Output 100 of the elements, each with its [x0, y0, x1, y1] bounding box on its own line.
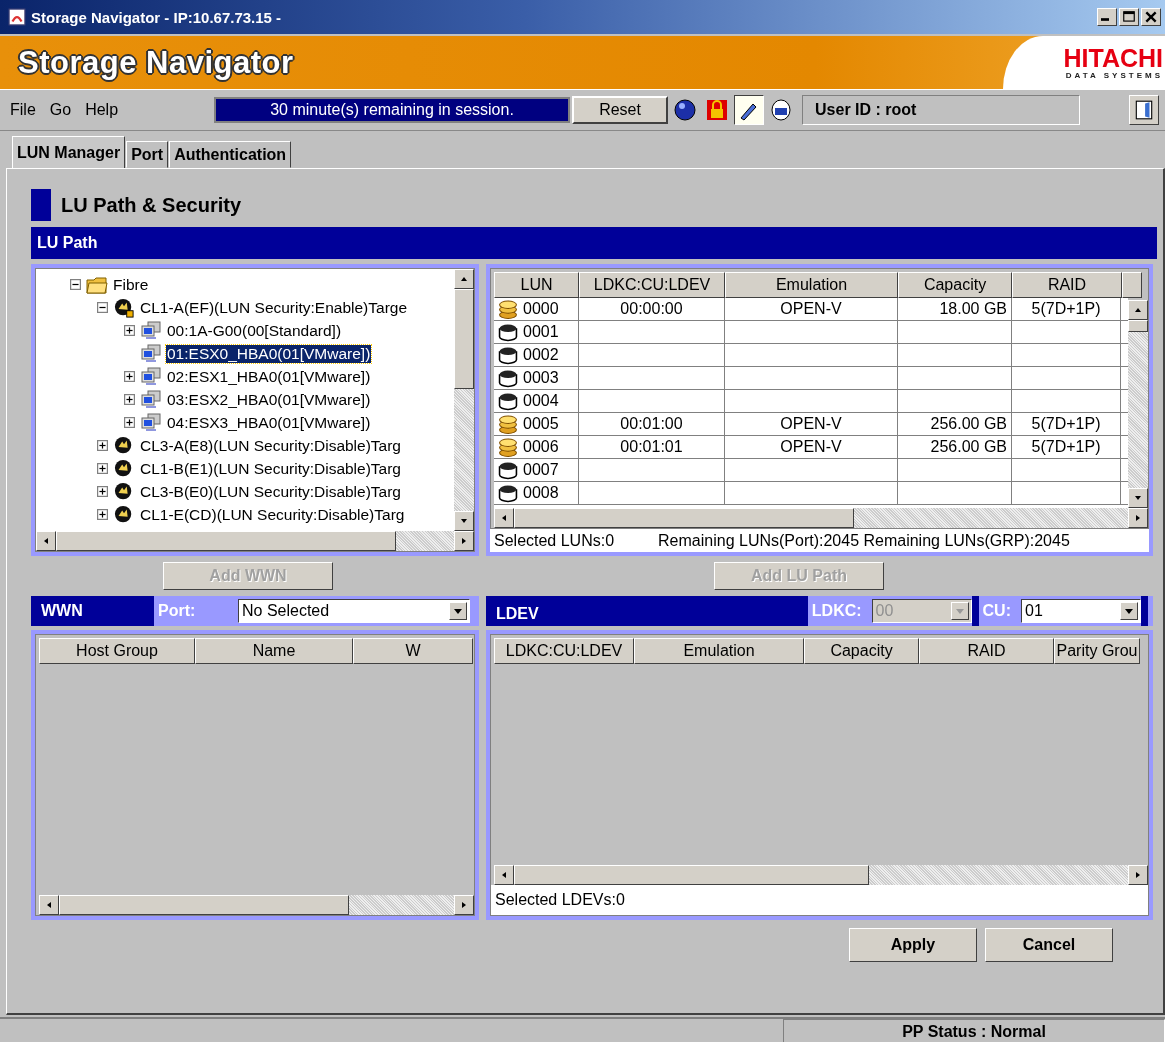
close-button[interactable] — [1141, 8, 1161, 26]
table-cell: 00:01:00 — [579, 413, 725, 435]
scroll-right-icon[interactable] — [454, 895, 474, 915]
door-icon — [1133, 99, 1155, 121]
expander-icon[interactable] — [97, 439, 109, 452]
scroll-right-icon[interactable] — [454, 531, 474, 551]
scroll-right-icon[interactable] — [1128, 508, 1148, 528]
scroll-down-icon[interactable] — [1128, 488, 1148, 508]
computers-icon — [140, 412, 162, 433]
globe-icon — [673, 98, 698, 122]
status-text: PP Status : Normal — [783, 1019, 1165, 1042]
disk-icon — [769, 98, 794, 122]
lun-cell: 0000 — [494, 298, 579, 320]
column-header[interactable]: Host Group — [39, 638, 195, 664]
column-header[interactable]: W — [353, 638, 473, 664]
computers-icon — [140, 366, 162, 387]
section-title: LU Path — [37, 234, 98, 252]
expander-icon[interactable] — [97, 508, 109, 521]
scroll-thumb[interactable] — [56, 531, 396, 551]
table-cell: OPEN-V — [725, 298, 898, 320]
dropdown-arrow-icon — [453, 607, 463, 615]
exit-button[interactable] — [1129, 95, 1159, 125]
tree-item[interactable]: CL1-A(EF)(LUN Security:Enable)Targe — [139, 298, 409, 317]
scroll-up-icon[interactable] — [1128, 300, 1148, 320]
menu-item[interactable]: File — [10, 101, 36, 119]
minimize-button[interactable] — [1097, 8, 1117, 26]
tab[interactable]: LUN Manager — [12, 136, 126, 168]
lun-cell: 0008 — [494, 482, 579, 504]
tab[interactable]: Authentication — [169, 141, 292, 168]
scroll-thumb[interactable] — [454, 289, 474, 389]
column-header[interactable]: RAID — [1012, 272, 1122, 298]
window-title: Storage Navigator - IP:10.67.73.15 - — [31, 8, 282, 26]
tree-item[interactable]: 02:ESX1_HBA0(01[VMware]) — [166, 367, 372, 386]
expander-icon[interactable] — [124, 393, 136, 406]
toolbar-pen-button[interactable] — [734, 95, 765, 125]
brand-tagline: DATA SYSTEMS — [1065, 71, 1163, 80]
expander-icon[interactable] — [97, 301, 109, 314]
tree-item[interactable]: 04:ESX3_HBA0(01[VMware]) — [166, 413, 372, 432]
computers-icon — [140, 389, 162, 410]
tree-item[interactable]: CL1-E(CD)(LUN Security:Disable)Targ — [139, 505, 406, 524]
menu-item[interactable]: Go — [49, 101, 72, 119]
scroll-right-icon[interactable] — [1128, 865, 1148, 885]
lun-cell: 0007 — [494, 459, 579, 481]
reset-button[interactable]: Reset — [572, 96, 669, 124]
expander-icon[interactable] — [124, 416, 136, 429]
scroll-left-icon[interactable] — [494, 865, 514, 885]
column-header[interactable]: LDKC:CU:LDEV — [579, 272, 725, 298]
scroll-thumb[interactable] — [1128, 320, 1148, 332]
tree-item[interactable]: Fibre — [112, 275, 150, 294]
expander-icon[interactable] — [70, 278, 82, 291]
expander-icon[interactable] — [124, 324, 136, 337]
column-header[interactable]: RAID — [919, 638, 1054, 664]
column-header[interactable]: Parity Grou — [1054, 638, 1140, 664]
column-header[interactable]: Name — [195, 638, 353, 664]
locked-port-icon — [113, 297, 135, 318]
column-header[interactable]: Capacity — [898, 272, 1012, 298]
maximize-button[interactable] — [1119, 8, 1139, 26]
table-cell: 18.00 GB — [898, 298, 1012, 320]
apply-button[interactable]: Apply — [849, 928, 977, 962]
menu-item[interactable]: Help — [85, 101, 119, 119]
user-id-label: User ID : root — [802, 95, 1081, 125]
tree-item[interactable]: CL3-B(E0)(LUN Security:Disable)Targ — [139, 482, 402, 501]
cancel-button[interactable]: Cancel — [985, 928, 1113, 962]
scroll-thumb[interactable] — [514, 508, 854, 528]
scroll-left-icon[interactable] — [39, 895, 59, 915]
tree-item[interactable]: 03:ESX2_HBA0(01[VMware]) — [166, 390, 372, 409]
table-cell: OPEN-V — [725, 436, 898, 458]
scroll-thumb[interactable] — [59, 895, 349, 915]
column-header[interactable]: LDKC:CU:LDEV — [494, 638, 634, 664]
tree-item[interactable]: CL3-A(E8)(LUN Security:Disable)Targ — [139, 436, 402, 455]
cu-dropdown[interactable]: 01 — [1021, 599, 1141, 623]
close-icon — [1143, 10, 1159, 24]
table-cell: OPEN-V — [725, 413, 898, 435]
folder-icon — [86, 274, 108, 295]
minimize-icon — [1101, 18, 1109, 21]
expander-icon[interactable] — [124, 370, 136, 383]
lun-cell: 0005 — [494, 413, 579, 435]
port-dropdown[interactable]: No Selected — [238, 599, 470, 623]
status-text: Selected LUNs:0 — [494, 531, 615, 550]
column-header[interactable]: LUN — [494, 272, 579, 298]
table-cell: 256.00 GB — [898, 436, 1012, 458]
scroll-down-icon[interactable] — [454, 511, 474, 531]
scroll-left-icon[interactable] — [36, 531, 56, 551]
expander-icon[interactable] — [97, 462, 109, 475]
column-header[interactable]: Emulation — [634, 638, 804, 664]
tree-item[interactable]: 01:ESX0_HBA0(01[VMware]) — [166, 344, 372, 363]
tree-item[interactable]: CL1-B(E1)(LUN Security:Disable)Targ — [139, 459, 402, 478]
column-header[interactable]: Emulation — [725, 272, 898, 298]
brand-name: HITACHI — [1063, 45, 1163, 71]
status-text: Remaining LUNs(Port):2045 Remaining LUNs(GRP):2045 — [658, 531, 1070, 550]
tab[interactable]: Port — [126, 141, 169, 168]
expander-icon[interactable] — [97, 485, 109, 498]
column-header[interactable]: Capacity — [804, 638, 919, 664]
scroll-left-icon[interactable] — [494, 508, 514, 528]
computers-icon — [140, 320, 162, 341]
app-icon — [8, 8, 26, 26]
field-label: Port: — [158, 602, 197, 620]
scroll-up-icon[interactable] — [454, 269, 474, 289]
tree-item[interactable]: 00:1A-G00(00[Standard]) — [166, 321, 343, 340]
scroll-thumb[interactable] — [514, 865, 869, 885]
